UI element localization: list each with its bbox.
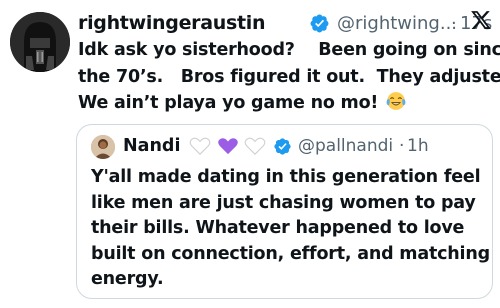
quoted-tweet-header: Nandi @pallnandi · 1h xyxy=(123,134,483,160)
dark-helmet-avatar-icon xyxy=(10,12,70,72)
x-logo-icon[interactable] xyxy=(470,9,492,31)
tweet-header: rightwingeraustin @rightwing... · 17s xyxy=(78,10,498,38)
author-handle[interactable]: @rightwing... xyxy=(337,13,457,34)
purple-heart-icon xyxy=(218,138,238,155)
tweet-text-line: the 70’s. Bros figured it out. They adju… xyxy=(78,66,500,87)
quoted-text-line: built on connection, effort, and matchin… xyxy=(91,243,490,264)
verified-badge-icon xyxy=(310,14,329,33)
quoted-text-line: Y'all made dating in this generation fee… xyxy=(91,167,481,187)
quoted-author-handle[interactable]: @pallnandi xyxy=(298,136,393,156)
quoted-tweet-card[interactable]: Nandi @pallnandi · 1h Y'all made dating … xyxy=(76,124,493,299)
author-avatar[interactable] xyxy=(10,12,70,72)
face-with-tears-of-joy-icon xyxy=(386,92,406,110)
quoted-text-line: energy. xyxy=(91,269,164,289)
quoted-header-separator: · xyxy=(399,136,405,156)
tweet[interactable]: rightwingeraustin @rightwing... · 17s Id… xyxy=(0,0,500,308)
quoted-tweet-text: Y'all made dating in this generation fee… xyxy=(91,165,490,293)
verified-badge-icon xyxy=(274,138,291,155)
profile-photo-avatar-icon xyxy=(91,135,115,159)
white-heart-icon xyxy=(244,137,266,155)
header-separator: · xyxy=(451,13,457,34)
quoted-author-avatar[interactable] xyxy=(91,135,115,159)
quoted-text-line: like men are just chasing women to pay xyxy=(91,192,476,213)
quoted-text-line: their bills. Whatever happened to love xyxy=(91,218,465,238)
quoted-author-display-name[interactable]: Nandi xyxy=(123,136,180,156)
tweet-text: Idk ask yo sisterhood? Been going on sin… xyxy=(78,37,500,117)
quoted-tweet-timestamp[interactable]: 1h xyxy=(407,136,429,156)
author-display-name[interactable]: rightwingeraustin xyxy=(78,12,266,34)
tweet-text-line: We ain’t playa yo game no mo! xyxy=(78,90,498,117)
tweet-text-line: Idk ask yo sisterhood? Been going on sin… xyxy=(78,40,500,60)
white-heart-icon xyxy=(189,137,211,155)
